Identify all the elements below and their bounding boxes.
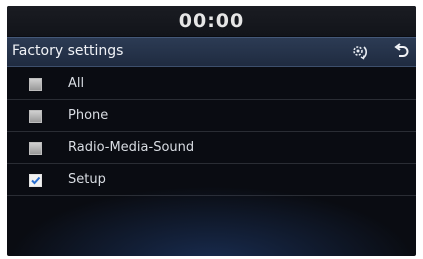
infotainment-screen: 00:00 Factory settings All Phone Radio-M…	[7, 6, 416, 256]
checkbox[interactable]	[29, 142, 42, 155]
option-row-radio-media-sound[interactable]: Radio-Media-Sound	[7, 132, 416, 164]
option-row-phone[interactable]: Phone	[7, 100, 416, 132]
background-glow	[7, 186, 416, 256]
gear-refresh-icon[interactable]	[350, 42, 370, 62]
checkbox[interactable]	[29, 78, 42, 91]
clock: 00:00	[178, 10, 245, 32]
option-label: All	[68, 76, 85, 91]
option-label: Radio-Media-Sound	[68, 140, 195, 155]
option-label: Setup	[68, 172, 106, 187]
back-arrow-icon[interactable]	[393, 43, 409, 61]
page-title: Factory settings	[12, 43, 124, 59]
checkbox[interactable]	[29, 110, 42, 123]
option-label: Phone	[68, 108, 109, 123]
status-bar: 00:00	[7, 6, 416, 36]
check-mark-icon	[31, 176, 41, 185]
page-header: Factory settings	[7, 37, 416, 67]
option-row-all[interactable]: All	[7, 68, 416, 100]
options-list: All Phone Radio-Media-Sound Setup	[7, 68, 416, 196]
